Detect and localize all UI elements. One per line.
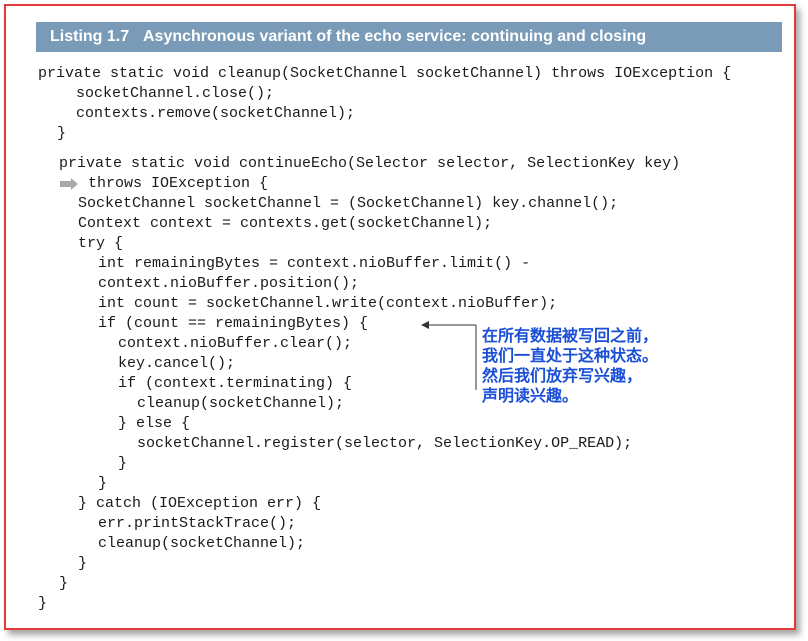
code-line: socketChannel.close();	[76, 85, 275, 102]
annotation-pointer	[421, 321, 477, 390]
line-continuation-icon	[60, 178, 78, 190]
code-line: }	[98, 475, 108, 492]
annotation-line: 声明读兴趣。	[482, 386, 579, 405]
listing-header: Listing 1.7 Asynchronous variant of the …	[36, 22, 782, 52]
code-line: int remainingBytes = context.nioBuffer.l…	[98, 255, 531, 272]
code-line: cleanup(socketChannel);	[137, 395, 345, 412]
code-line: key.cancel();	[118, 355, 236, 372]
listing-number: Listing 1.7	[50, 28, 130, 45]
annotation-line: 然后我们放弃写兴趣，	[482, 366, 643, 385]
code-line: context.nioBuffer.position();	[98, 275, 360, 292]
listing-title: Asynchronous variant of the echo service…	[142, 28, 647, 45]
annotation-line: 在所有数据被写回之前，	[482, 326, 659, 345]
code-line: private static void cleanup(SocketChanne…	[38, 65, 732, 82]
annotation-line: 我们一直处于这种状态。	[482, 346, 659, 365]
code-line: if (context.terminating) {	[118, 375, 353, 392]
code-line: contexts.remove(socketChannel);	[76, 105, 356, 122]
code-line: }	[38, 595, 48, 612]
code-line: socketChannel.register(selector, Selecti…	[137, 435, 633, 452]
code-line: throws IOException {	[88, 175, 269, 192]
code-annotation: 在所有数据被写回之前， 我们一直处于这种状态。 然后我们放弃写兴趣， 声明读兴趣…	[482, 326, 658, 406]
code-line: SocketChannel socketChannel = (SocketCha…	[78, 195, 619, 212]
code-line: }	[57, 125, 67, 142]
code-line: Context context = contexts.get(socketCha…	[78, 215, 493, 232]
code-line: }	[59, 575, 69, 592]
code-line: } catch (IOException err) {	[78, 495, 322, 512]
code-line: err.printStackTrace();	[98, 515, 297, 532]
code-line: if (count == remainingBytes) {	[98, 315, 369, 332]
code-line: context.nioBuffer.clear();	[118, 335, 353, 352]
code-line: try {	[78, 235, 124, 252]
code-line: int count = socketChannel.write(context.…	[98, 295, 558, 312]
code-line: cleanup(socketChannel);	[98, 535, 306, 552]
code-line: }	[78, 555, 88, 572]
code-line: }	[118, 455, 128, 472]
code-line: private static void continueEcho(Selecto…	[59, 155, 681, 172]
code-line: } else {	[118, 415, 191, 432]
